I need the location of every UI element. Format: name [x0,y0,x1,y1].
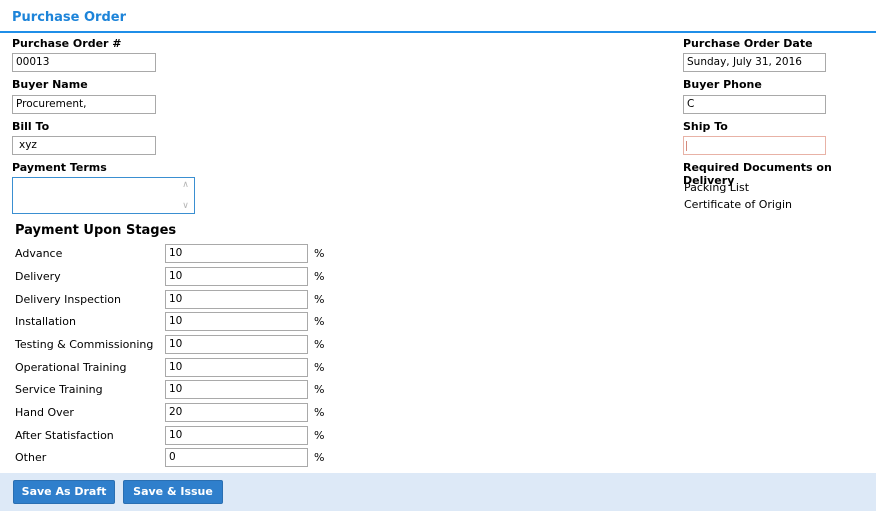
stage-row: Delivery 10 % [0,267,400,287]
stage-label: After Statisfaction [15,429,114,442]
percent-unit: % [314,383,325,396]
required-doc-item: Packing List [684,181,750,194]
percent-unit: % [314,338,325,351]
po-date-label: Purchase Order Date [683,37,813,50]
stage-label: Delivery Inspection [15,293,121,306]
stage-percent-input[interactable]: 0 [165,448,308,467]
page-header: Purchase Order [0,0,876,33]
percent-unit: % [314,247,325,260]
po-number-label: Purchase Order # [12,37,122,50]
stage-percent-input[interactable]: 10 [165,426,308,445]
stage-percent-input[interactable]: 10 [165,358,308,377]
stage-row: After Statisfaction 10 % [0,426,400,446]
stage-row: Hand Over 20 % [0,403,400,423]
ship-to-input[interactable] [683,136,826,155]
stage-label: Operational Training [15,361,127,374]
stage-percent-input[interactable]: 10 [165,244,308,263]
stage-row: Testing & Commissioning 10 % [0,335,400,355]
stage-label: Advance [15,247,63,260]
bill-to-input[interactable]: xyz [12,136,156,155]
stage-row: Installation 10 % [0,312,400,332]
stage-percent-input[interactable]: 10 [165,312,308,331]
stage-row: Service Training 10 % [0,380,400,400]
payment-terms-label: Payment Terms [12,161,107,174]
percent-unit: % [314,406,325,419]
stage-percent-input[interactable]: 10 [165,380,308,399]
save-and-issue-button[interactable]: Save & Issue [123,480,223,504]
stage-label: Service Training [15,383,103,396]
stage-row: Other 0 % [0,448,400,468]
buyer-name-label: Buyer Name [12,78,88,91]
stage-label: Testing & Commissioning [15,338,154,351]
po-date-input[interactable]: Sunday, July 31, 2016 [683,53,826,72]
stage-percent-input[interactable]: 10 [165,267,308,286]
bill-to-label: Bill To [12,120,50,133]
percent-unit: % [314,270,325,283]
percent-unit: % [314,429,325,442]
stage-label: Other [15,451,47,464]
buyer-phone-input[interactable]: C [683,95,826,114]
percent-unit: % [314,293,325,306]
stages-title: Payment Upon Stages [15,223,177,238]
percent-unit: % [314,451,325,464]
text-cursor [686,141,687,151]
scroll-down-icon[interactable]: ∨ [180,201,191,211]
percent-unit: % [314,315,325,328]
buyer-name-input[interactable]: Procurement, [12,95,156,114]
buyer-phone-label: Buyer Phone [683,78,762,91]
percent-unit: % [314,361,325,374]
stage-label: Hand Over [15,406,74,419]
stage-percent-input[interactable]: 10 [165,335,308,354]
page-title: Purchase Order [12,10,127,25]
po-number-input[interactable]: 00013 [12,53,156,72]
required-doc-item: Certificate of Origin [684,198,792,211]
stage-row: Advance 10 % [0,244,400,264]
stage-row: Delivery Inspection 10 % [0,290,400,310]
stage-percent-input[interactable]: 10 [165,290,308,309]
scroll-up-icon[interactable]: ∧ [180,180,191,190]
action-bar: Save As Draft Save & Issue [0,473,876,511]
stage-row: Operational Training 10 % [0,358,400,378]
stage-percent-input[interactable]: 20 [165,403,308,422]
stage-label: Installation [15,315,76,328]
save-as-draft-button[interactable]: Save As Draft [13,480,115,504]
ship-to-label: Ship To [683,120,728,133]
stage-label: Delivery [15,270,61,283]
payment-terms-textarea[interactable]: ∧ ∨ [12,177,195,214]
